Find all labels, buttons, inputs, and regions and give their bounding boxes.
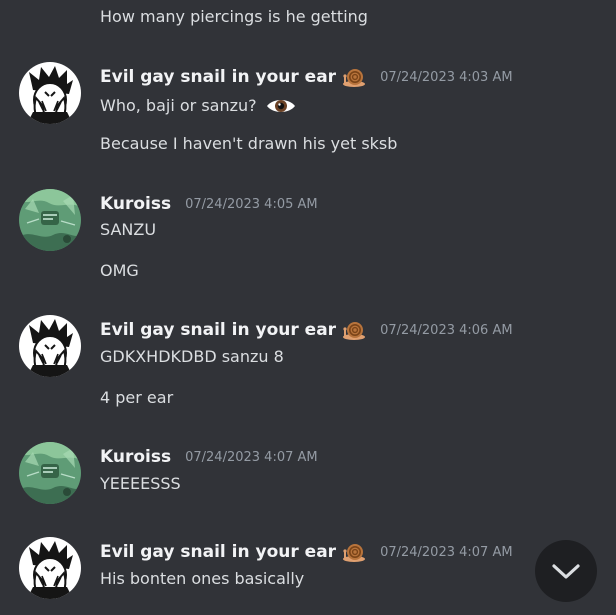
snail-emoji-icon [342,66,366,88]
user-avatar[interactable] [19,189,81,251]
avatar-image [19,442,81,504]
message-text: OMG [100,261,139,280]
snail-emoji-icon [342,319,366,341]
message-text: GDKXHDKDBD sanzu 8 [100,347,284,366]
avatar-image [19,315,81,377]
message-timestamp: 07/24/2023 4:07 AM [185,449,318,465]
jump-to-present-button[interactable] [535,540,597,602]
message-text: Because I haven't drawn his yet sksb [100,134,398,153]
message-list: How many piercings is he getting Evil ga… [0,0,616,615]
message-text-content: Who, baji or sanzu? [100,96,257,115]
message-text: Who, baji or sanzu? [100,96,296,116]
message-header: Evil gay snail in your ear 07/24/2023 4:… [100,540,513,564]
message-timestamp: 07/24/2023 4:06 AM [380,322,513,338]
message-text: His bonten ones basically [100,569,305,588]
message-text: How many piercings is he getting [100,7,368,26]
avatar-image [19,537,81,599]
user-avatar[interactable] [19,537,81,599]
message-header: Kuroiss 07/24/2023 4:07 AM [100,445,318,469]
avatar-image [19,62,81,124]
user-avatar[interactable] [19,315,81,377]
message-text: 4 per ear [100,388,174,407]
eye-emoji-icon [266,100,295,112]
message-text: SANZU [100,220,157,239]
chevron-down-icon [552,564,580,579]
message-timestamp: 07/24/2023 4:03 AM [380,69,513,85]
username[interactable]: Evil gay snail in your ear [100,320,336,340]
message-timestamp: 07/24/2023 4:05 AM [185,196,318,212]
avatar-image [19,189,81,251]
username[interactable]: Kuroiss [100,447,171,467]
user-avatar[interactable] [19,442,81,504]
message-header: Evil gay snail in your ear 07/24/2023 4:… [100,65,513,89]
username[interactable]: Evil gay snail in your ear [100,67,336,87]
user-avatar[interactable] [19,62,81,124]
message-header: Kuroiss 07/24/2023 4:05 AM [100,192,318,216]
username[interactable]: Evil gay snail in your ear [100,542,336,562]
message-timestamp: 07/24/2023 4:07 AM [380,544,513,560]
message-header: Evil gay snail in your ear 07/24/2023 4:… [100,318,513,342]
username[interactable]: Kuroiss [100,194,171,214]
message-text: YEEEESSS [100,474,181,493]
snail-emoji-icon [342,541,366,563]
